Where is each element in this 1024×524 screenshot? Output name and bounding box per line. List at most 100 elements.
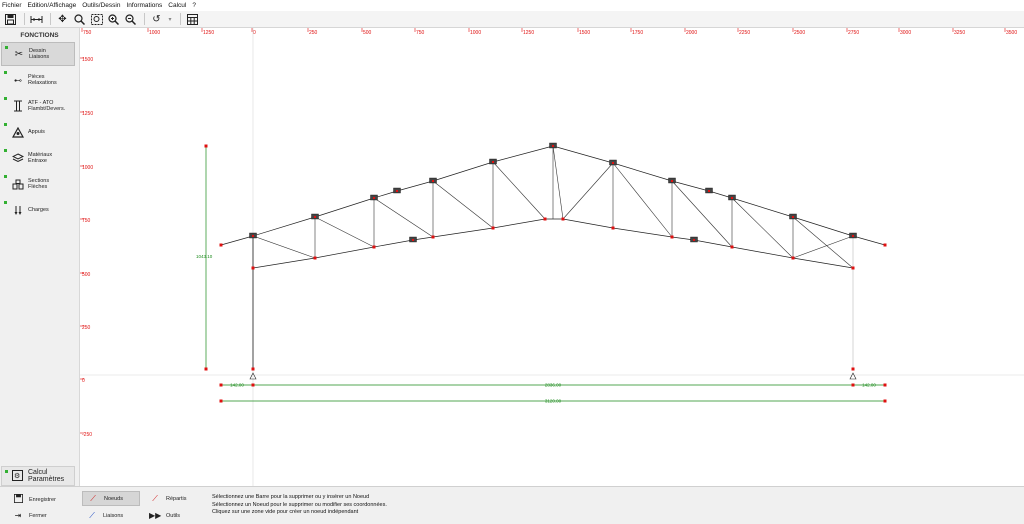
top-chord-member[interactable] (314, 197, 375, 218)
truss-node[interactable] (851, 266, 855, 270)
truss-node[interactable] (791, 256, 795, 260)
truss-node[interactable] (492, 161, 494, 163)
truss-drawing[interactable]: 750 1000 1250 0 250 500 750 1000 1250 1500 1750 200… (80, 28, 1024, 486)
truss-node[interactable] (671, 180, 673, 182)
top-chord-member[interactable] (252, 216, 316, 237)
bottom-chord-member[interactable] (792, 257, 854, 269)
zoom-in-icon[interactable] (106, 12, 121, 26)
truss-node[interactable] (730, 245, 734, 249)
dimension-node[interactable] (851, 383, 855, 387)
fn-sections-fleches[interactable]: Sections Flèches (1, 172, 75, 196)
menu-calcul[interactable]: Calcul (168, 2, 186, 9)
bottom-chord-member[interactable] (612, 227, 673, 238)
truss-node[interactable] (314, 216, 316, 218)
truss-node[interactable] (792, 216, 794, 218)
dimension-node[interactable] (219, 399, 223, 403)
fn-atf-ato[interactable]: ATF - ATO Flambt/Devers. (1, 94, 75, 118)
web-member[interactable] (792, 235, 854, 259)
fn-pieces-relaxations[interactable]: ⊷ Pièces Relaxations (1, 68, 75, 92)
top-chord-member[interactable] (731, 197, 794, 218)
save-icon[interactable] (3, 12, 18, 26)
bottom-chord-member[interactable] (492, 218, 546, 229)
move-icon[interactable]: ✥ (55, 12, 70, 26)
top-chord-member[interactable] (612, 162, 673, 182)
bottom-chord-member[interactable] (373, 239, 414, 248)
dimension-node[interactable] (251, 383, 255, 387)
bottom-chord-member[interactable] (432, 227, 494, 238)
truss-node[interactable] (612, 162, 614, 164)
top-chord-member[interactable] (792, 216, 854, 237)
bottom-chord-member[interactable] (562, 218, 614, 229)
calculator-icon[interactable] (185, 12, 200, 26)
truss-node[interactable] (731, 197, 733, 199)
fn-charges[interactable]: Charges (1, 198, 75, 222)
dimension-node[interactable] (204, 144, 208, 148)
support-icon[interactable] (849, 372, 857, 380)
truss-node[interactable] (491, 226, 495, 230)
truss-node[interactable] (313, 256, 317, 260)
truss-node[interactable] (851, 367, 855, 371)
truss-node[interactable] (431, 235, 435, 239)
fn-dessin-liaisons[interactable]: ✂ Dessin Liaisons (1, 42, 75, 66)
web-member[interactable] (612, 162, 673, 238)
truss-node[interactable] (670, 235, 674, 239)
truss-node[interactable] (561, 217, 565, 221)
truss-node[interactable] (693, 239, 695, 241)
truss-node[interactable] (219, 243, 223, 247)
truss-node[interactable] (373, 197, 375, 199)
fn-materiaux-entraxe[interactable]: Matériaux Entraxe (1, 146, 75, 170)
web-member[interactable] (492, 161, 546, 220)
zoom-out-icon[interactable] (123, 12, 138, 26)
dimension-node[interactable] (883, 399, 887, 403)
top-chord-member[interactable] (492, 145, 554, 163)
top-chord-member[interactable] (396, 180, 434, 192)
top-chord-member[interactable] (432, 161, 494, 182)
bottom-chord-member[interactable] (314, 246, 375, 259)
menu-outils[interactable]: Outils/Dessin (82, 2, 120, 9)
web-member[interactable] (432, 180, 494, 229)
fn-appuis[interactable]: Appuis (1, 120, 75, 144)
web-member[interactable] (252, 235, 316, 259)
web-member[interactable] (562, 162, 614, 220)
undo-icon[interactable]: ↺ (149, 12, 164, 26)
top-chord-member[interactable] (552, 145, 614, 164)
outils-button[interactable]: ▶▶ Outils (145, 508, 203, 523)
top-chord-member[interactable] (852, 235, 886, 246)
web-member[interactable] (792, 216, 854, 269)
truss-node[interactable] (432, 180, 434, 182)
truss-node[interactable] (372, 245, 376, 249)
web-member[interactable] (314, 216, 375, 248)
top-chord-member[interactable] (671, 180, 710, 192)
zoom-extents-icon[interactable] (89, 12, 104, 26)
measure-icon[interactable] (29, 12, 44, 26)
enregistrer-button[interactable]: Enregistrer (8, 492, 76, 507)
truss-node[interactable] (611, 226, 615, 230)
truss-node[interactable] (852, 235, 854, 237)
calcul-parametres-button[interactable]: ⚙ Calcul Paramètres (1, 466, 75, 486)
menu-help[interactable]: ? (192, 2, 196, 9)
truss-node[interactable] (883, 243, 887, 247)
dimension-node[interactable] (883, 383, 887, 387)
truss-node[interactable] (251, 367, 255, 371)
dimension-node[interactable] (219, 383, 223, 387)
fermer-button[interactable]: ⇥ Fermer (8, 508, 76, 523)
zoom-icon[interactable] (72, 12, 87, 26)
menu-informations[interactable]: Informations (126, 2, 162, 9)
menu-fichier[interactable]: Fichier (2, 2, 22, 9)
drawing-canvas[interactable]: 750 1000 1250 0 250 500 750 1000 1250 1500 1750 200… (80, 28, 1024, 486)
truss-node[interactable] (552, 145, 554, 147)
menu-edition[interactable]: Edition/Affichage (28, 2, 77, 9)
web-member[interactable] (671, 180, 733, 248)
web-member[interactable] (373, 197, 434, 238)
truss-node[interactable] (252, 235, 254, 237)
bottom-chord-member[interactable] (252, 257, 316, 269)
repartis-button[interactable]: ⟋ Répartis (145, 491, 203, 506)
truss-node[interactable] (543, 217, 547, 221)
truss-node[interactable] (396, 190, 398, 192)
top-chord-member[interactable] (220, 235, 254, 246)
undo-dropdown-icon[interactable]: ▾ (166, 12, 174, 26)
truss-node[interactable] (708, 190, 710, 192)
dimension-node[interactable] (204, 367, 208, 371)
truss-node[interactable] (251, 266, 255, 270)
truss-node[interactable] (412, 239, 414, 241)
